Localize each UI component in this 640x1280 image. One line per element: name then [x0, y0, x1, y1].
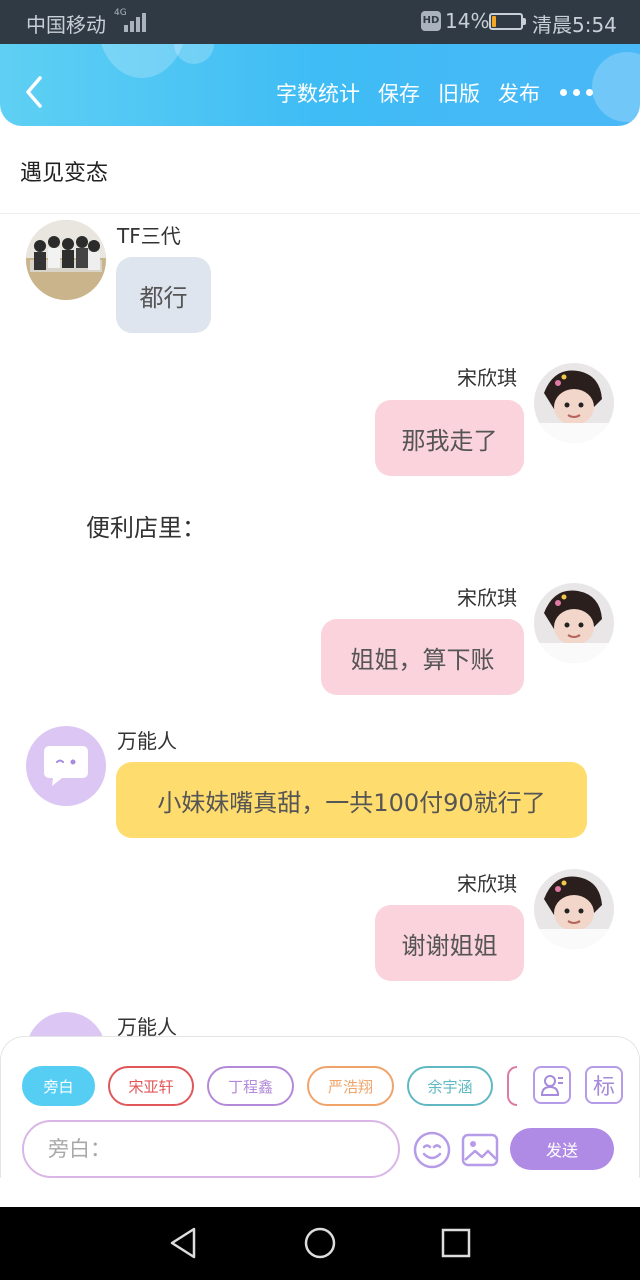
- back-button[interactable]: [18, 72, 54, 112]
- avatar-song-xinqi[interactable]: [534, 583, 614, 663]
- message-bubble[interactable]: 都行: [116, 257, 211, 333]
- title-divider: [0, 213, 640, 214]
- status-bar: 中国移动 4G HD 14% 清晨5:54: [0, 0, 640, 44]
- role-chip[interactable]: 丁程鑫: [207, 1066, 294, 1106]
- status-time: 清晨5:54: [532, 13, 617, 37]
- hd-badge: HD: [421, 11, 441, 31]
- network-type: 4G: [114, 8, 127, 18]
- narration-text[interactable]: 便利店里：: [86, 508, 206, 543]
- more-dots-icon[interactable]: [560, 80, 600, 104]
- message-input[interactable]: [22, 1120, 400, 1178]
- home-circle-icon[interactable]: [302, 1225, 338, 1261]
- message-bubble[interactable]: 姐姐，算下账: [321, 619, 524, 695]
- back-triangle-icon[interactable]: [166, 1225, 200, 1261]
- word-count-button[interactable]: 字数统计: [276, 78, 360, 108]
- publish-button[interactable]: 发布: [498, 78, 540, 108]
- header-bar: 中国移动 4G HD 14% 清晨5:54 字数统计 保存 旧版 发布: [0, 0, 640, 126]
- battery-tip: [523, 18, 526, 25]
- speaker-name: 万能人: [117, 729, 177, 753]
- chevron-left-icon: [26, 76, 42, 108]
- avatar-tf-group[interactable]: [26, 220, 106, 300]
- role-chip[interactable]: 余宇涵: [407, 1066, 493, 1106]
- signal-icon: 4G: [114, 8, 146, 32]
- chat-bubble-icon: [44, 746, 88, 786]
- battery-level: [492, 16, 496, 27]
- role-chip-partial[interactable]: [507, 1066, 517, 1106]
- speaker-name: 宋欣琪: [457, 366, 517, 390]
- story-title[interactable]: 遇见变态: [20, 155, 108, 187]
- message-bubble[interactable]: 小妹妹嘴真甜，一共100付90就行了: [116, 762, 587, 838]
- recents-square-icon[interactable]: [440, 1227, 472, 1259]
- tag-button[interactable]: 标: [585, 1066, 623, 1104]
- system-nav-bar: [0, 1207, 640, 1280]
- speaker-name: 宋欣琪: [457, 872, 517, 896]
- role-chip[interactable]: 严浩翔: [307, 1066, 394, 1106]
- header-actions: 字数统计 保存 旧版 发布: [276, 78, 540, 108]
- emoji-icon[interactable]: [412, 1130, 452, 1170]
- speaker-name: TF三代: [117, 224, 181, 248]
- role-chip-narration[interactable]: 旁白: [22, 1066, 95, 1106]
- save-button[interactable]: 保存: [378, 78, 420, 108]
- role-chip[interactable]: 宋亚轩: [108, 1066, 194, 1106]
- speaker-name: 宋欣琪: [457, 586, 517, 610]
- message-bubble[interactable]: 那我走了: [375, 400, 524, 476]
- carrier-name: 中国移动: [26, 13, 106, 37]
- role-card-icon[interactable]: [533, 1066, 571, 1104]
- avatar-song-xinqi[interactable]: [534, 363, 614, 443]
- battery-percent: 14%: [445, 9, 490, 33]
- message-bubble[interactable]: 谢谢姐姐: [375, 905, 524, 981]
- image-icon[interactable]: [461, 1132, 499, 1168]
- send-button[interactable]: 发送: [510, 1128, 614, 1170]
- avatar-song-xinqi[interactable]: [534, 869, 614, 949]
- avatar-universal[interactable]: [26, 726, 106, 806]
- battery-icon: [489, 13, 523, 30]
- old-version-button[interactable]: 旧版: [438, 78, 480, 108]
